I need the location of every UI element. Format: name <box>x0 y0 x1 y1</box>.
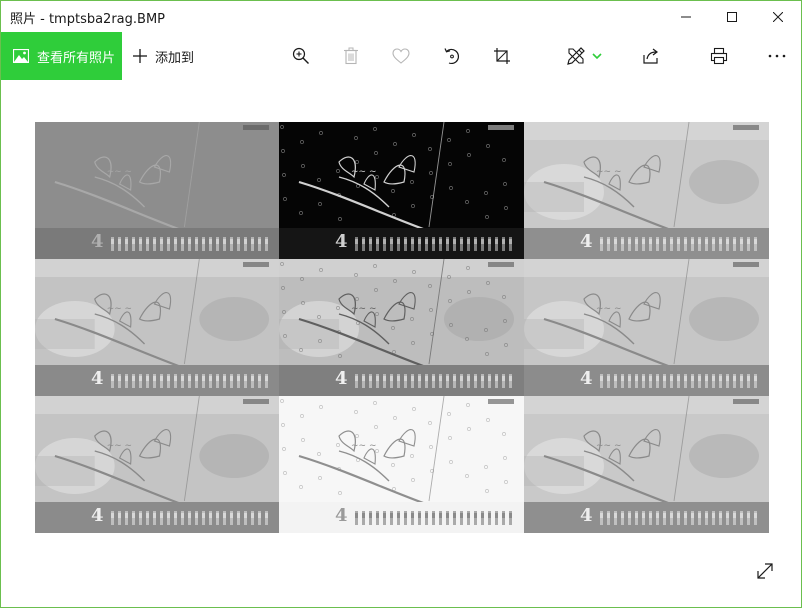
calendar-days-row <box>111 237 271 251</box>
calendar-month-number: 4 <box>335 368 348 389</box>
maximize-button[interactable] <box>709 1 755 32</box>
edit-and-create-button[interactable] <box>561 42 607 70</box>
add-to-button[interactable]: 添加到 <box>132 32 194 80</box>
zoom-in-icon <box>292 47 309 64</box>
calendar-month-number: 4 <box>91 368 104 389</box>
full-screen-button[interactable] <box>755 561 775 581</box>
calendar-month-number: 4 <box>335 231 348 252</box>
calendar-logo <box>733 399 759 404</box>
photo-tile-sharpen: ~~ ~ 4 <box>279 259 524 396</box>
print-button[interactable] <box>705 42 733 70</box>
calendar-days-row <box>600 237 760 251</box>
photo-tile-emboss: ~~ ~ 4 <box>35 122 279 259</box>
calendar-days-row <box>111 511 271 525</box>
svg-text:~~ ~: ~~ ~ <box>351 304 376 314</box>
photo-tile-gray: ~~ ~ 4 <box>35 259 279 396</box>
calendar-days-row <box>600 374 760 388</box>
calendar-days-row <box>111 374 271 388</box>
photo-tile-gray: ~~ ~ 4 <box>524 396 769 533</box>
svg-text:~~ ~: ~~ ~ <box>107 441 132 451</box>
photo-viewer[interactable]: ~~ ~ 4 ~~ ~ 4 ~~ ~ 4 ~~ ~ 4 ~~ ~ 4 ~~ ~ 4 ~~ ~ 4 ~~ ~ 4… <box>1 80 801 607</box>
edit-draw-icon <box>567 47 585 65</box>
calendar-month-number: 4 <box>335 505 348 526</box>
rotate-button[interactable] <box>438 42 466 70</box>
calendar-days-row <box>355 374 515 388</box>
calendar-days-row <box>355 511 515 525</box>
maximize-icon <box>727 11 737 22</box>
calendar-logo <box>733 125 759 130</box>
calendar-month-number: 4 <box>91 505 104 526</box>
svg-text:~~ ~: ~~ ~ <box>351 167 376 177</box>
calendar-logo <box>488 399 514 404</box>
photo-gallery-icon <box>13 49 29 63</box>
svg-text:~~ ~: ~~ ~ <box>351 441 376 451</box>
svg-text:~~ ~: ~~ ~ <box>107 167 132 177</box>
chevron-down-icon <box>592 53 602 60</box>
print-icon <box>710 47 728 65</box>
calendar-logo <box>243 262 269 267</box>
calendar-logo <box>488 262 514 267</box>
title-bar[interactable]: 照片 - tmptsba2rag.BMP <box>1 1 801 32</box>
photos-app-window: 照片 - tmptsba2rag.BMP 查看所有照片 添加到 ~~ ~ 4 ~… <box>0 0 802 608</box>
add-to-label: 添加到 <box>155 50 195 66</box>
calendar-month-number: 4 <box>580 231 593 252</box>
svg-text:~~ ~: ~~ ~ <box>107 304 132 314</box>
window-title: 照片 - tmptsba2rag.BMP <box>10 12 165 27</box>
see-all-photos-button[interactable]: 查看所有照片 <box>1 32 122 80</box>
more-options-button[interactable] <box>763 42 791 70</box>
calendar-logo <box>243 399 269 404</box>
calendar-month-number: 4 <box>580 368 593 389</box>
svg-text:~~ ~: ~~ ~ <box>596 167 621 177</box>
favorite-button[interactable] <box>387 42 415 70</box>
close-icon <box>773 11 783 22</box>
rotate-icon <box>444 48 460 65</box>
calendar-logo <box>243 125 269 130</box>
expand-icon <box>757 563 773 579</box>
share-button[interactable] <box>637 42 665 70</box>
calendar-days-row <box>355 237 515 251</box>
svg-text:~~ ~: ~~ ~ <box>596 441 621 451</box>
delete-button[interactable] <box>337 42 365 70</box>
svg-text:~~ ~: ~~ ~ <box>596 304 621 314</box>
share-icon <box>643 48 658 64</box>
calendar-month-number: 4 <box>91 231 104 252</box>
minimize-button[interactable] <box>663 1 709 32</box>
crop-button[interactable] <box>488 42 516 70</box>
calendar-month-number: 4 <box>580 505 593 526</box>
toolbar: 查看所有照片 添加到 <box>1 32 801 80</box>
plus-icon <box>133 49 147 63</box>
minimize-icon <box>681 16 691 17</box>
photo-tile-gray: ~~ ~ 4 <box>524 122 769 259</box>
photo-tile-edges: ~~ ~ 4 <box>279 122 524 259</box>
close-button[interactable] <box>755 1 801 32</box>
photo-tile-gray: ~~ ~ 4 <box>524 259 769 396</box>
calendar-logo <box>733 262 759 267</box>
more-icon <box>768 54 786 58</box>
calendar-days-row <box>600 511 760 525</box>
displayed-photo[interactable]: ~~ ~ 4 ~~ ~ 4 ~~ ~ 4 ~~ ~ 4 ~~ ~ 4 ~~ ~ 4 ~~ ~ 4 ~~ ~ 4… <box>35 122 769 533</box>
photo-tile-gray: ~~ ~ 4 <box>35 396 279 533</box>
see-all-photos-label: 查看所有照片 <box>37 50 116 66</box>
delete-icon <box>344 47 358 65</box>
favorite-heart-icon <box>392 48 410 64</box>
photo-tile-sketch: ~~ ~ 4 <box>279 396 524 533</box>
zoom-button[interactable] <box>287 42 315 70</box>
crop-icon <box>494 48 510 64</box>
calendar-logo <box>488 125 514 130</box>
